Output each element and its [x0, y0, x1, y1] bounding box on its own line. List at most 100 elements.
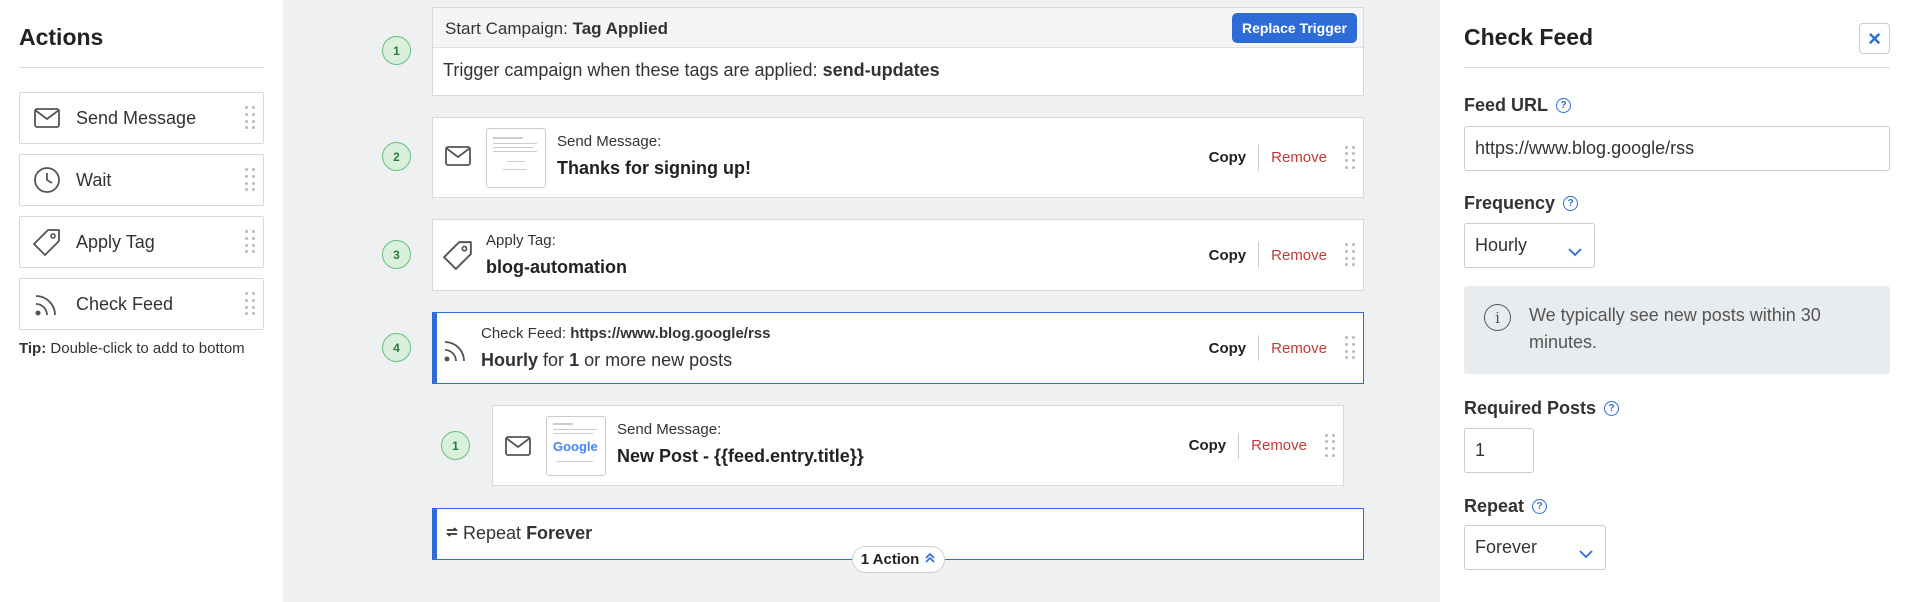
- trigger-body-prefix: Trigger campaign when these tags are app…: [443, 60, 818, 80]
- envelope-icon: [505, 436, 531, 461]
- copy-button[interactable]: Copy: [1197, 144, 1260, 171]
- actions-title: Actions: [19, 24, 264, 68]
- tag-icon: [32, 227, 62, 257]
- action-apply-tag[interactable]: Apply Tag: [19, 216, 264, 268]
- step-type-label: Send Message:: [557, 133, 662, 150]
- tip-label: Tip:: [19, 340, 47, 357]
- trigger-body: Trigger campaign when these tags are app…: [443, 60, 940, 81]
- settings-panel: Check Feed × Feed URL ? https://www.blog…: [1440, 0, 1910, 602]
- frequency-value: Hourly: [1475, 235, 1528, 255]
- trigger-prefix: Start Campaign:: [445, 19, 568, 38]
- step-type-label: Check Feed:: [481, 325, 567, 342]
- chevron-down-icon: [1568, 241, 1582, 262]
- drag-handle-icon[interactable]: [245, 292, 255, 316]
- required-posts-label: Required Posts ?: [1464, 398, 1620, 419]
- trigger-card[interactable]: Start Campaign: Tag Applied Replace Trig…: [432, 7, 1364, 96]
- envelope-icon: [445, 146, 471, 171]
- feed-url-input[interactable]: https://www.blog.google/rss: [1464, 126, 1890, 171]
- chevron-down-icon: [1579, 543, 1593, 564]
- action-send-message[interactable]: Send Message: [19, 92, 264, 144]
- drag-handle-icon[interactable]: [1345, 145, 1355, 170]
- clock-icon: [32, 165, 62, 195]
- envelope-icon: [32, 103, 62, 133]
- drag-handle-icon[interactable]: [1345, 243, 1355, 267]
- card-actions: Copy Remove: [1197, 313, 1355, 383]
- frequency-label-text: Frequency: [1464, 193, 1556, 213]
- tag-name: blog-automation: [486, 257, 627, 277]
- action-list: Send Message Wait Apply Tag Check Feed: [19, 92, 264, 330]
- feed-suffix: or more new posts: [584, 350, 733, 370]
- remove-button[interactable]: Remove: [1239, 433, 1319, 459]
- step-number: 1: [441, 431, 470, 460]
- feed-label: Check Feed: https://www.blog.google/rss: [481, 325, 771, 342]
- feed-count: 1: [569, 350, 580, 370]
- drag-handle-icon[interactable]: [1325, 433, 1335, 458]
- email-thumbnail: Google: [546, 416, 606, 476]
- check-feed-card[interactable]: Check Feed: https://www.blog.google/rss …: [432, 312, 1364, 384]
- trigger-type: Tag Applied: [572, 19, 668, 38]
- remove-button[interactable]: Remove: [1259, 242, 1339, 268]
- copy-button[interactable]: Copy: [1177, 432, 1240, 459]
- trigger-title: Start Campaign: Tag Applied: [445, 19, 668, 39]
- action-label: Wait: [76, 169, 112, 190]
- copy-button[interactable]: Copy: [1197, 242, 1260, 268]
- action-label: Apply Tag: [76, 231, 155, 252]
- action-count-label: 1 Action: [860, 551, 920, 568]
- help-icon[interactable]: ?: [1556, 98, 1572, 113]
- step-type-label: Apply Tag:: [486, 232, 556, 249]
- feed-url-label-text: Feed URL: [1464, 95, 1549, 115]
- info-box: i We typically see new posts within 30 m…: [1464, 286, 1890, 374]
- card-actions: Copy Remove: [1197, 118, 1355, 197]
- repeat-icon: [445, 525, 459, 544]
- tag-icon: [443, 240, 473, 275]
- help-icon[interactable]: ?: [1604, 401, 1620, 416]
- card-actions: Copy Remove: [1177, 406, 1335, 485]
- close-icon[interactable]: ×: [1859, 23, 1890, 54]
- step-number: 1: [382, 36, 411, 65]
- frequency-label: Frequency ?: [1464, 193, 1579, 214]
- repeat-label-text: Repeat: [1464, 496, 1525, 516]
- frequency-select[interactable]: Hourly: [1464, 223, 1595, 268]
- trigger-tag-value: send-updates: [822, 60, 940, 80]
- drag-handle-icon[interactable]: [245, 106, 255, 130]
- repeat-select[interactable]: Forever: [1464, 525, 1606, 570]
- repeat-label: Repeat ?: [1464, 496, 1548, 517]
- drag-handle-icon[interactable]: [1345, 336, 1355, 360]
- actions-panel: Actions Send Message Wait Apply Tag Chec…: [0, 0, 283, 602]
- repeat-value: Forever: [526, 523, 593, 543]
- tip-body: Double-click to add to bottom: [50, 340, 245, 357]
- action-count-pill[interactable]: 1 Action: [852, 546, 945, 573]
- feed-frequency: Hourly: [481, 350, 539, 370]
- drag-handle-icon[interactable]: [245, 230, 255, 254]
- rss-icon: [32, 289, 62, 319]
- rss-icon: [443, 337, 469, 368]
- help-icon[interactable]: ?: [1532, 499, 1548, 514]
- required-posts-input[interactable]: 1: [1464, 428, 1534, 473]
- step-number: 3: [382, 240, 411, 269]
- feed-for: for: [543, 350, 565, 370]
- send-message-card[interactable]: Send Message: Thanks for signing up! Cop…: [432, 117, 1364, 198]
- remove-button[interactable]: Remove: [1259, 335, 1339, 361]
- info-icon: i: [1484, 304, 1511, 331]
- nested-send-message-card[interactable]: Google Send Message: New Post - {{feed.e…: [492, 405, 1344, 486]
- help-icon[interactable]: ?: [1563, 196, 1579, 211]
- action-label: Check Feed: [76, 293, 174, 314]
- drag-handle-icon[interactable]: [245, 168, 255, 192]
- action-check-feed[interactable]: Check Feed: [19, 278, 264, 330]
- action-wait[interactable]: Wait: [19, 154, 264, 206]
- step-number: 2: [382, 142, 411, 171]
- feed-url-label: Feed URL ?: [1464, 95, 1572, 116]
- card-actions: Copy Remove: [1197, 220, 1355, 290]
- repeat-select-value: Forever: [1475, 537, 1538, 557]
- action-label: Send Message: [76, 107, 197, 128]
- email-thumbnail: [486, 128, 546, 188]
- trigger-header: Start Campaign: Tag Applied Replace Trig…: [433, 8, 1363, 48]
- copy-button[interactable]: Copy: [1197, 335, 1260, 361]
- required-posts-label-text: Required Posts: [1464, 398, 1597, 418]
- remove-button[interactable]: Remove: [1259, 145, 1339, 171]
- tip-text: Tip: Double-click to add to bottom: [19, 340, 264, 357]
- google-logo: Google: [553, 439, 598, 454]
- apply-tag-card[interactable]: Apply Tag: blog-automation Copy Remove: [432, 219, 1364, 291]
- message-subject: New Post - {{feed.entry.title}}: [617, 446, 864, 466]
- replace-trigger-button[interactable]: Replace Trigger: [1231, 13, 1357, 43]
